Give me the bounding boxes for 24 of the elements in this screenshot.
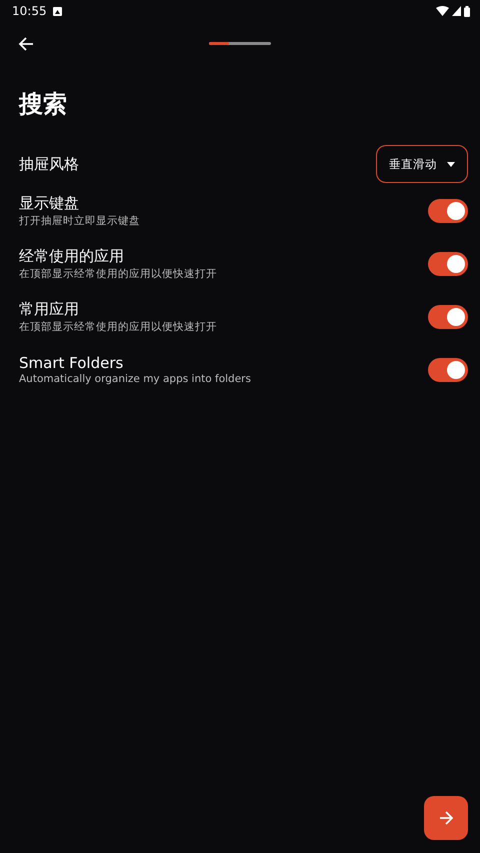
toggle-switch[interactable] (428, 304, 468, 328)
next-button[interactable] (424, 796, 468, 840)
caret-icon (447, 162, 455, 166)
notification-icon (52, 6, 62, 16)
setting-description: 在顶部显示经常使用的应用以便快速打开 (19, 266, 217, 280)
battery-icon (464, 6, 470, 16)
setting-description: 打开抽屉时立即显示键盘 (19, 214, 140, 228)
toggle-switch[interactable] (428, 198, 468, 222)
page-title: 搜索 (19, 89, 68, 120)
setting-title: 经常使用的应用 (19, 246, 125, 266)
toggle-switch[interactable] (428, 358, 468, 382)
setting-description: 在顶部显示经常使用的应用以便快速打开 (19, 320, 217, 334)
back-arrow-icon[interactable] (18, 36, 34, 52)
setting-title: 常用应用 (19, 300, 80, 318)
wifi-icon (436, 6, 449, 16)
setting-title: Smart Folders (19, 354, 124, 372)
setting-title: 显示键盘 (19, 194, 80, 212)
setting-title: 抽屉风格 (19, 154, 79, 174)
setting-description: Automatically organize my apps into folders (19, 373, 251, 385)
signal-icon (452, 6, 461, 16)
clock: 10:55 (12, 4, 47, 18)
dropdown[interactable]: 垂直滑动 (376, 145, 468, 183)
forward-arrow-icon (439, 811, 453, 825)
toggle-switch[interactable] (428, 252, 468, 276)
